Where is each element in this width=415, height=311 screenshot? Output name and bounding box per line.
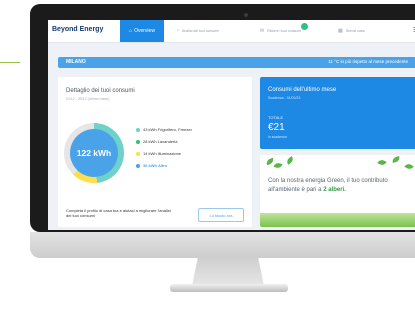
location-bar: MILANO 11 °C in più rispetto al mese pre…: [58, 57, 415, 68]
grid-icon: ▦: [338, 28, 343, 34]
bill-amount: €21: [268, 122, 285, 133]
consumption-title: Dettaglio dei tuoi consumi: [66, 88, 135, 94]
temperature-comparison: 11 °C in più rispetto al mese precedente: [328, 59, 408, 64]
nav-item-overview[interactable]: ⌂ Overview: [120, 20, 164, 42]
monitor-bezel: Beyond Energy ⌂ Overview ◔ Analisi dei t…: [30, 4, 415, 232]
nav-item-home-services[interactable]: ▦ Servizi casa: [338, 24, 378, 38]
green-energy-card: Con la nostra energia Green, il tuo cont…: [260, 155, 415, 227]
legend-label-lighting: 14 kWh Illuminazione: [143, 151, 182, 156]
camera-dot: [244, 13, 248, 17]
bill-due-status: in scadenza: [268, 135, 287, 139]
legend-item-fridge: 43 kWh Frigorifero, Freezer: [136, 127, 192, 132]
legend-item-other: 36 kWh Altro: [136, 163, 192, 168]
donut-total-label: 122 kWh: [70, 129, 118, 177]
consumption-detail-card: Dettaglio dei tuoi consumi 01/12 - 30/12…: [58, 77, 252, 227]
legend-swatch-other: [136, 163, 140, 168]
green-contribution-highlight: 2 alberi.: [323, 187, 346, 193]
app-screen: Beyond Energy ⌂ Overview ◔ Analisi dei t…: [48, 20, 415, 230]
notification-dot: [301, 23, 308, 30]
nav-item-home-services-label: Servizi casa: [345, 29, 365, 33]
legend-label-fridge: 43 kWh Frigorifero, Freezer: [143, 127, 192, 132]
bill-title: Consumi dell'ultimo mese: [268, 87, 337, 93]
legend-label-laundry: 28 kWh Lavanderia: [143, 139, 178, 144]
bill-total-label: TOTALE: [268, 115, 284, 120]
consumption-period: 01/12 - 30/12 (Ultimo mese): [66, 97, 110, 101]
home-icon: ⌂: [129, 28, 133, 34]
chat-icon: ✉: [260, 28, 265, 34]
nav-item-reduce-label: Ridurre i tuoi consumi: [267, 29, 302, 33]
complete-profile-button[interactable]: Lo faccio ora: [198, 208, 244, 222]
leaf-decoration: [391, 156, 401, 163]
nav-item-overview-label: Overview: [134, 28, 155, 34]
monthly-bill-card[interactable]: Consumi dell'ultimo mese Scadenza - 31/0…: [260, 77, 415, 149]
leaf-decoration: [285, 156, 295, 165]
legend-swatch-laundry: [136, 139, 140, 144]
legend-swatch-fridge: [136, 127, 140, 132]
grass-decoration: [260, 213, 415, 227]
page: Beyond Energy ⌂ Overview ◔ Analisi dei t…: [0, 0, 415, 311]
leaf-decoration: [404, 162, 414, 171]
gauge-icon: ◔: [176, 28, 180, 34]
legend-item-lighting: 14 kWh Illuminazione: [136, 151, 192, 156]
monitor-stand-neck: [192, 258, 264, 286]
monitor-stand-base: [170, 284, 288, 292]
leaf-decoration: [265, 157, 275, 166]
legend-label-other: 36 kWh Altro: [143, 163, 168, 168]
monitor-chin: [30, 232, 415, 258]
bill-subtitle: Scadenza - 31/01/23: [268, 96, 301, 100]
brand-logo[interactable]: Beyond Energy: [52, 26, 103, 33]
legend-item-laundry: 28 kWh Lavanderia: [136, 139, 192, 144]
consumption-legend: 43 kWh Frigorifero, Freezer 28 kWh Lavan…: [136, 127, 192, 175]
top-navigation-bar: Beyond Energy ⌂ Overview ◔ Analisi dei t…: [48, 20, 415, 43]
monitor-mockup: Beyond Energy ⌂ Overview ◔ Analisi dei t…: [20, 0, 415, 311]
city-label: MILANO: [66, 59, 86, 65]
decorative-line: [0, 62, 20, 63]
leaf-decoration: [377, 158, 387, 167]
consumption-donut-chart: 122 kWh: [64, 123, 124, 183]
nav-item-analysis[interactable]: ◔ Analisi dei tuoi consumi: [176, 24, 230, 38]
legend-swatch-lighting: [136, 151, 140, 156]
nav-item-analysis-label: Analisi dei tuoi consumi: [182, 29, 219, 33]
green-contribution-text: Con la nostra energia Green, il tuo cont…: [268, 177, 415, 195]
complete-profile-note: Completa il profilo di casa tua e aiutac…: [66, 208, 171, 218]
leaf-decoration: [273, 162, 283, 169]
